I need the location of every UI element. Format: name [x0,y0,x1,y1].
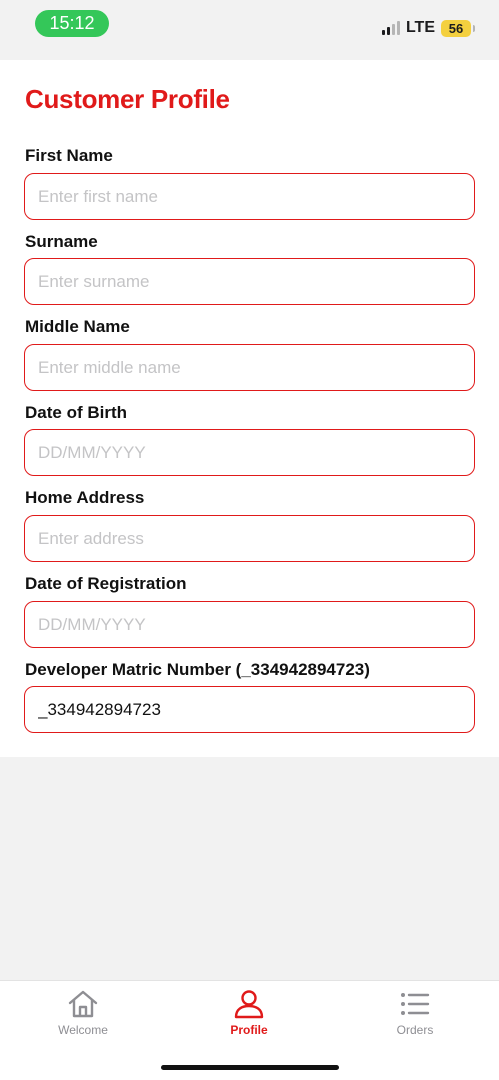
home-address-label: Home Address [25,488,145,507]
date-of-registration-label: Date of Registration [25,574,187,593]
tab-welcome-label: Welcome [58,1023,108,1037]
tab-orders[interactable]: Orders [355,989,475,1045]
tab-profile[interactable]: Profile [189,989,309,1045]
home-indicator[interactable] [161,1065,339,1070]
matric-number-label: Developer Matric Number (_334942894723) [25,660,370,679]
surname-label: Surname [25,232,98,251]
app-screen: 15:12 LTE 56 Customer Profile First Name… [0,0,499,1080]
battery-icon: 56 [441,19,475,37]
network-label: LTE [405,19,435,36]
date-of-birth-label: Date of Birth [25,403,127,422]
house-icon [68,990,98,1018]
home-address-input[interactable] [24,515,475,562]
status-indicators: LTE 56 [381,16,475,40]
list-icon [401,993,430,1015]
signal-icon [381,21,400,35]
tab-welcome[interactable]: Welcome [23,989,143,1045]
page-title: Customer Profile [25,84,230,114]
date-of-registration-input[interactable] [24,601,475,648]
first-name-label: First Name [25,146,113,165]
status-bar: 15:12 LTE 56 [0,0,499,60]
status-time: 15:12 [35,10,109,37]
person-icon [234,990,264,1019]
first-name-input[interactable] [24,173,475,220]
middle-name-input[interactable] [24,344,475,391]
date-of-birth-input[interactable] [24,429,475,476]
tab-orders-label: Orders [396,1023,434,1037]
tab-profile-label: Profile [230,1023,268,1037]
matric-number-input[interactable] [24,686,475,733]
surname-input[interactable] [24,258,475,305]
middle-name-label: Middle Name [25,317,130,336]
